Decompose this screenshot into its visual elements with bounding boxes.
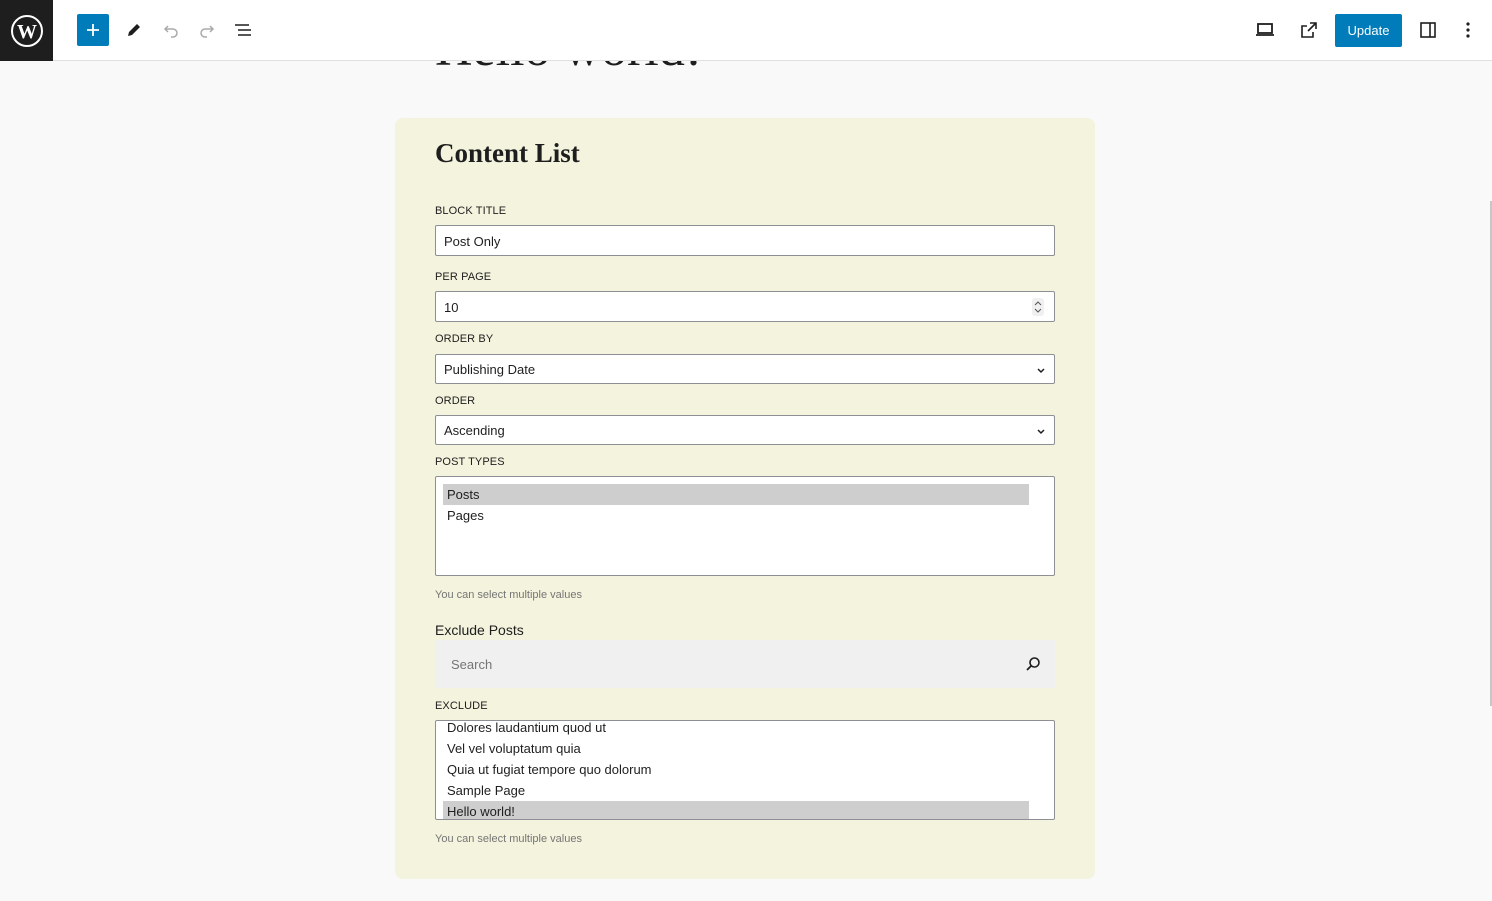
editor-toolbar: W Update xyxy=(0,0,1492,61)
exclude-label: EXCLUDE xyxy=(435,700,488,712)
view-post-button[interactable] xyxy=(1293,14,1325,46)
post-title[interactable]: Hello world! xyxy=(435,61,702,78)
block-title-input[interactable]: Post Only xyxy=(435,225,1055,256)
chevron-down-icon xyxy=(1037,368,1045,374)
external-link-icon xyxy=(1301,22,1317,38)
redo-button[interactable] xyxy=(191,14,223,46)
settings-sidebar-button[interactable] xyxy=(1412,14,1444,46)
sidebar-toggle-icon xyxy=(1420,22,1436,38)
undo-button[interactable] xyxy=(155,14,187,46)
order-select[interactable]: Ascending xyxy=(435,415,1055,445)
post-type-option-pages[interactable]: Pages xyxy=(443,505,1029,526)
wordpress-logo-icon[interactable]: W xyxy=(0,0,53,61)
tools-button[interactable] xyxy=(118,14,150,46)
number-spinner[interactable] xyxy=(1032,298,1044,316)
order-value: Ascending xyxy=(444,423,505,438)
redo-icon xyxy=(200,25,215,38)
exclude-listbox[interactable]: Dolores laudantium quod ut Vel vel volup… xyxy=(435,720,1055,820)
more-vertical-icon xyxy=(1466,22,1470,38)
per-page-label: PER PAGE xyxy=(435,271,492,283)
editor-canvas: Hello world! Content List BLOCK TITLE Po… xyxy=(0,61,1492,901)
exclude-option[interactable]: Sample Page xyxy=(443,780,1029,801)
content-list-block[interactable]: Content List BLOCK TITLE Post Only PER P… xyxy=(395,118,1095,879)
post-types-help: You can select multiple values xyxy=(435,589,582,601)
order-label: ORDER xyxy=(435,395,476,407)
pencil-icon xyxy=(128,24,140,36)
block-heading: Content List xyxy=(435,138,580,168)
exclude-posts-title: Exclude Posts xyxy=(435,622,524,638)
exclude-option[interactable]: Quia ut fugiat tempore quo dolorum xyxy=(443,759,1029,780)
per-page-input[interactable]: 10 xyxy=(435,291,1055,322)
list-view-button[interactable] xyxy=(227,14,259,46)
exclude-option[interactable]: Dolores laudantium quod ut xyxy=(443,721,1029,738)
per-page-value: 10 xyxy=(444,300,459,315)
order-by-label: ORDER BY xyxy=(435,333,494,345)
search-placeholder: Search xyxy=(451,657,493,672)
undo-icon xyxy=(163,25,178,38)
svg-text:W: W xyxy=(17,21,37,43)
order-by-value: Publishing Date xyxy=(444,362,536,377)
plus-icon xyxy=(87,24,99,36)
order-by-select[interactable]: Publishing Date xyxy=(435,354,1055,384)
exclude-option-selected[interactable]: Hello world! xyxy=(443,801,1029,819)
list-view-icon xyxy=(235,24,251,36)
add-block-button[interactable] xyxy=(77,14,109,46)
block-title-label: BLOCK TITLE xyxy=(435,205,507,217)
preview-button[interactable] xyxy=(1249,14,1281,46)
exclude-option[interactable]: Vel vel voluptatum quia xyxy=(443,738,1029,759)
update-button[interactable]: Update xyxy=(1335,14,1402,47)
exclude-help: You can select multiple values xyxy=(435,833,582,845)
options-button[interactable] xyxy=(1452,14,1484,46)
exclude-search-input[interactable]: Search xyxy=(435,640,1055,688)
search-icon[interactable] xyxy=(1025,656,1041,672)
post-types-label: POST TYPES xyxy=(435,456,505,468)
post-type-option-posts[interactable]: Posts xyxy=(443,484,1029,505)
chevron-down-icon xyxy=(1037,429,1045,435)
desktop-preview-icon xyxy=(1256,23,1274,36)
post-types-listbox[interactable]: Posts Pages xyxy=(435,476,1055,576)
